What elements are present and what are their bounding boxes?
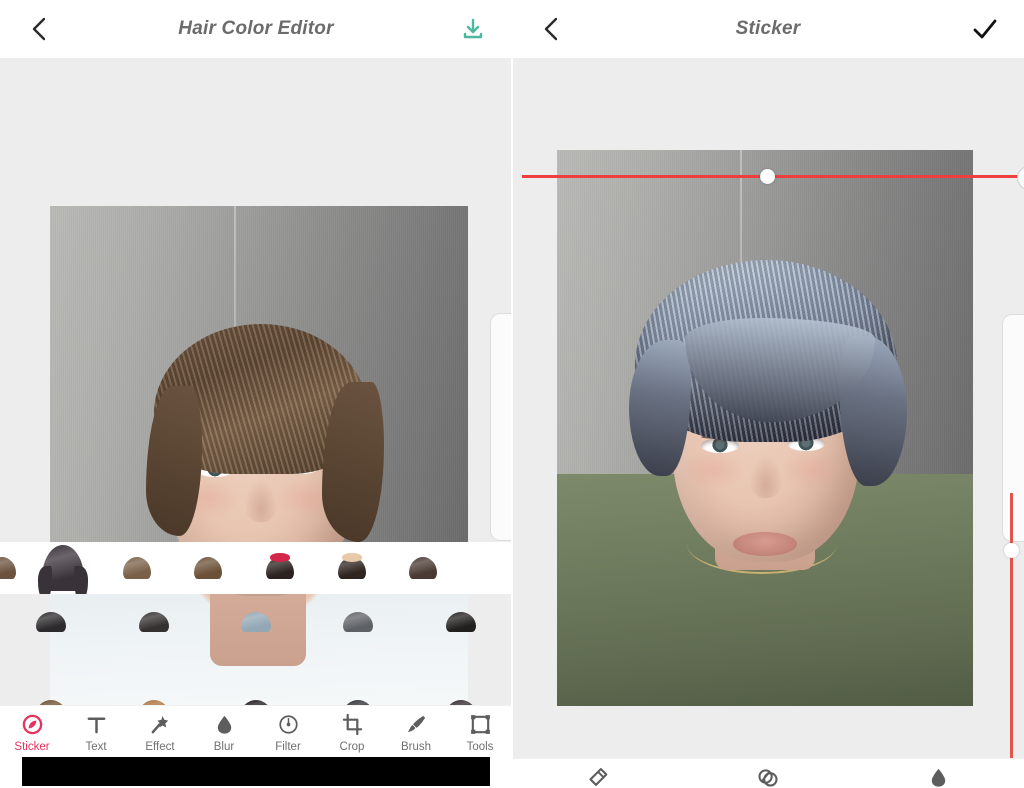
panel-divider: [511, 0, 513, 788]
download-icon: [463, 18, 483, 39]
sticker-strip[interactable]: [0, 542, 512, 594]
sticker-grid-item[interactable]: [410, 686, 512, 705]
toolbar-item-label: Brush: [400, 741, 432, 753]
rotation-slider-thumb[interactable]: [760, 169, 775, 184]
sticker-strip-item[interactable]: [388, 557, 458, 579]
toolbar-item-label: Tools: [466, 741, 494, 753]
size-slider-thumb[interactable]: [1004, 543, 1019, 558]
left-canvas[interactable]: [0, 58, 512, 705]
checkmark-icon: [973, 19, 997, 39]
toolbar-item-filter[interactable]: Filter: [257, 713, 319, 753]
back-button[interactable]: [534, 12, 568, 46]
left-toolbar[interactable]: Sticker Text Effect Blur Filter Crop Brush Tool…: [0, 705, 512, 757]
sticker-strip-item[interactable]: [172, 557, 244, 579]
eraser-icon: [589, 768, 608, 786]
sticker-grid-item[interactable]: [102, 686, 204, 705]
effect-icon: [151, 715, 168, 734]
crop-icon: [342, 713, 362, 736]
sticker-grid-item[interactable]: [307, 598, 409, 646]
app-root: Hair Color Editor Sticker Text Effect Bl…: [0, 0, 1024, 788]
rotation-slider-end-handle[interactable]: [1017, 165, 1024, 190]
download-button[interactable]: [456, 12, 490, 46]
toolbar-item-tools[interactable]: Tools: [449, 713, 511, 753]
toolbar-item-transparent[interactable]: Transparent: [713, 766, 823, 788]
filter-icon: [278, 715, 298, 734]
sticker-grid-item[interactable]: [102, 598, 204, 646]
toolbar-item-blur[interactable]: Blur: [884, 766, 994, 788]
hair-thumb-spiky-brown[interactable]: [194, 557, 222, 579]
canvas-right-handle[interactable]: [1002, 314, 1024, 542]
hair-thumb-blue-grey[interactable]: [240, 612, 271, 632]
blur-icon: [931, 768, 946, 787]
sticker-strip-item[interactable]: [316, 553, 388, 579]
hair-thumb-buns[interactable]: [409, 557, 437, 579]
rotation-slider[interactable]: [522, 165, 1024, 190]
size-slider[interactable]: [1004, 493, 1019, 758]
left-header: Hair Color Editor: [0, 0, 512, 58]
system-navigation-bar: [22, 757, 490, 786]
toolbar-item-text[interactable]: Text: [65, 713, 127, 753]
right-toolbar[interactable]: Eraser Transparent Blur: [512, 758, 1024, 788]
sticker-grid-item[interactable]: [0, 598, 102, 646]
sticker-strip-item[interactable]: [102, 557, 172, 579]
sticker-grid-item[interactable]: [0, 686, 102, 705]
toolbar-item-label: Crop: [339, 741, 365, 753]
hair-thumb-short-brown[interactable]: [123, 557, 151, 579]
toolbar-item-label: Blur: [213, 741, 235, 753]
right-header: Sticker: [512, 0, 1024, 58]
toolbar-item-label: Effect: [145, 741, 175, 753]
toolbar-item-effect[interactable]: Effect: [129, 713, 191, 753]
hair-thumb-crown[interactable]: [338, 553, 366, 579]
sticker-icon: [22, 714, 42, 735]
hair-thumb-bob-brown[interactable]: [0, 557, 16, 579]
back-button[interactable]: [22, 12, 56, 46]
toolbar-item-label: Sticker: [14, 741, 50, 753]
sticker-grid-item[interactable]: [205, 686, 307, 705]
sticker-grid[interactable]: [0, 594, 512, 705]
toolbar-item-label: Filter: [275, 741, 301, 753]
tools-icon: [470, 715, 490, 734]
sticker-grid-item[interactable]: [410, 598, 512, 646]
hair-thumb-dark-bowl[interactable]: [36, 612, 67, 632]
brush-icon: [407, 715, 425, 733]
hair-thumb-grey-wave[interactable]: [343, 612, 374, 632]
hair-thumb-red-flower[interactable]: [266, 553, 294, 579]
canvas-right-handle[interactable]: [490, 313, 512, 541]
left-phone-panel: Hair Color Editor Sticker Text Effect Bl…: [0, 0, 512, 788]
transparent-icon: [758, 769, 778, 787]
left-navbar-wrap: [0, 757, 512, 788]
toolbar-item-brush[interactable]: Brush: [385, 713, 447, 753]
sticker-strip-item[interactable]: [244, 553, 316, 579]
sticker-grid-item[interactable]: [205, 598, 307, 646]
right-phone-panel: Sticker: [512, 0, 1024, 788]
toolbar-item-eraser[interactable]: Eraser: [542, 766, 652, 788]
toolbar-item-crop[interactable]: Crop: [321, 713, 383, 753]
right-canvas[interactable]: [512, 58, 1024, 758]
blur-icon: [217, 715, 231, 734]
hair-thumb-dark-side[interactable]: [138, 612, 169, 632]
hair-thumb-black-flat[interactable]: [445, 612, 476, 632]
page-title: Hair Color Editor: [178, 18, 334, 39]
sticker-strip-item[interactable]: [24, 545, 102, 594]
chevron-left-icon: [32, 17, 46, 41]
chevron-left-icon: [544, 17, 558, 41]
edited-photo[interactable]: [557, 150, 973, 706]
hair-thumb-long-wavy-dark[interactable]: [37, 545, 89, 594]
toolbar-item-sticker[interactable]: Sticker: [1, 713, 63, 753]
toolbar-item-label: Text: [85, 741, 107, 753]
page-title: Sticker: [735, 18, 801, 39]
sticker-grid-item[interactable]: [307, 686, 409, 705]
confirm-button[interactable]: [968, 12, 1002, 46]
sticker-strip-item[interactable]: [0, 557, 24, 579]
text-icon: [87, 717, 105, 734]
toolbar-item-blur[interactable]: Blur: [193, 713, 255, 753]
